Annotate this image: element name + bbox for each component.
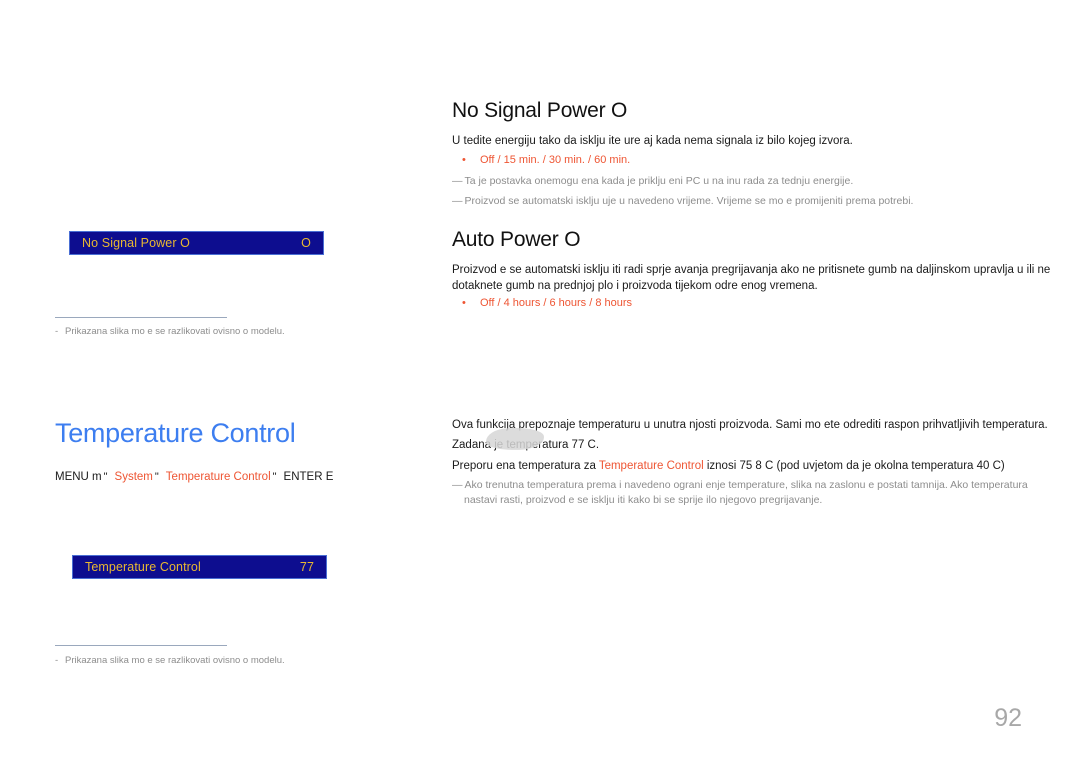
breadcrumb-enter-label: ENTER E	[283, 471, 334, 483]
bullet-auto-power-options: • Off / 4 hours / 6 hours / 8 hours	[462, 297, 632, 309]
paragraph-temperature-3: Preporu ena temperatura za Temperature C…	[452, 458, 1078, 474]
bullet-text-no-signal-options: Off / 15 min. / 30 min. / 60 min.	[480, 154, 631, 166]
breadcrumb-menu-label: MENU m	[55, 471, 102, 483]
note-text-no-signal-2: Proizvod se automatski isklju uje u nave…	[464, 195, 914, 207]
breadcrumb-item-system[interactable]: System	[115, 471, 153, 483]
note-text-no-signal-1: Ta je postavka onemogu ena kada je prikl…	[464, 175, 854, 187]
paragraph-auto-power-off: Proizvod e se automatski isklju iti radi…	[452, 264, 1051, 292]
osd-row-temperature-control[interactable]: Temperature Control 77	[72, 555, 327, 579]
note-dash-icon: —	[452, 175, 462, 187]
note-text-temperature-line-2: nastavi rasti, proizvod e se isklju iti …	[464, 494, 823, 506]
breadcrumb-arrow-1-icon: "	[103, 471, 108, 483]
note-text-temperature-line-1: Ako trenutna temperatura prema i naveden…	[464, 479, 1028, 491]
paragraph-temperature-2: Zadana je temperatura 77 C.	[452, 437, 1078, 453]
paragraph-temperature-2-value: 77 C.	[571, 439, 600, 451]
paragraph-temperature-1: Ova funkcija prepoznaje temperaturu u un…	[452, 419, 1048, 431]
paragraph-temperature-3-prefix: Preporu ena temperatura za	[452, 460, 599, 472]
osd-label-temperature-control: Temperature Control	[85, 560, 201, 574]
right-column: No Signal Power O U tedite energiju tako…	[452, 0, 1080, 763]
note-no-signal-1: — Ta je postavka onemogu ena kada je prik…	[452, 174, 1078, 189]
note-no-signal-2: — Proizvod se automatski isklju uje u nav…	[452, 194, 1078, 209]
inline-term-temperature-control: Temperature Control	[598, 460, 704, 472]
footnote-image-may-differ-bottom: - Prikazana slika mo e se razlikovati ovi…	[55, 655, 285, 666]
bullet-no-signal-options: • Off / 15 min. / 30 min. / 60 min.	[462, 154, 630, 166]
bullet-text-auto-power-options: Off / 4 hours / 6 hours / 8 hours	[480, 297, 633, 309]
footnote-image-may-differ-top: - Prikazana slika mo e se razlikovati ovi…	[55, 326, 285, 337]
osd-value-temperature-control: 77	[299, 560, 314, 574]
left-column: No Signal Power O O - Prikazana slika mo …	[0, 0, 440, 763]
footnote-divider-bottom	[55, 645, 227, 646]
bullet-dot-icon: •	[462, 297, 466, 309]
manual-page: No Signal Power O O - Prikazana slika mo …	[0, 0, 1080, 763]
page-number: 92	[994, 704, 1022, 732]
page-title-temperature-control: Temperature Control	[55, 418, 296, 448]
footnote-text-top: Prikazana slika mo e se razlikovati ovis…	[65, 326, 285, 337]
note-temperature-1: — Ako trenutna temperatura prema i navede…	[452, 478, 1080, 508]
paragraph-no-signal-power-off: U tedite energiju tako da isklju ite ure…	[452, 135, 853, 147]
footnote-divider-top	[55, 317, 227, 318]
osd-value-no-signal-power-off: O	[301, 236, 311, 250]
breadcrumb-item-temperature-control[interactable]: Temperature Control	[166, 471, 271, 483]
breadcrumb-arrow-3-icon: "	[272, 471, 277, 483]
paragraph-temperature-3-mid: iznosi 75 8 C (pod uvjetom da je okolna …	[703, 460, 1005, 472]
heading-no-signal-power-off: No Signal Power O	[452, 99, 628, 122]
heading-auto-power-off: Auto Power O	[452, 228, 581, 251]
bullet-dot-icon: •	[462, 154, 466, 166]
breadcrumb-arrow-2-icon: "	[154, 471, 159, 483]
footnote-dash-icon: -	[55, 326, 59, 337]
osd-label-no-signal-power-off: No Signal Power O	[82, 236, 190, 250]
breadcrumb-menu-path: MENU m " System " Temperature Control " ENTER …	[55, 471, 333, 483]
osd-row-no-signal-power-off[interactable]: No Signal Power O O	[69, 231, 324, 255]
note-dash-icon: —	[452, 479, 462, 491]
note-dash-icon: —	[452, 195, 462, 207]
footnote-dash-icon: -	[55, 655, 59, 666]
footnote-text-bottom: Prikazana slika mo e se razlikovati ovis…	[65, 655, 285, 666]
